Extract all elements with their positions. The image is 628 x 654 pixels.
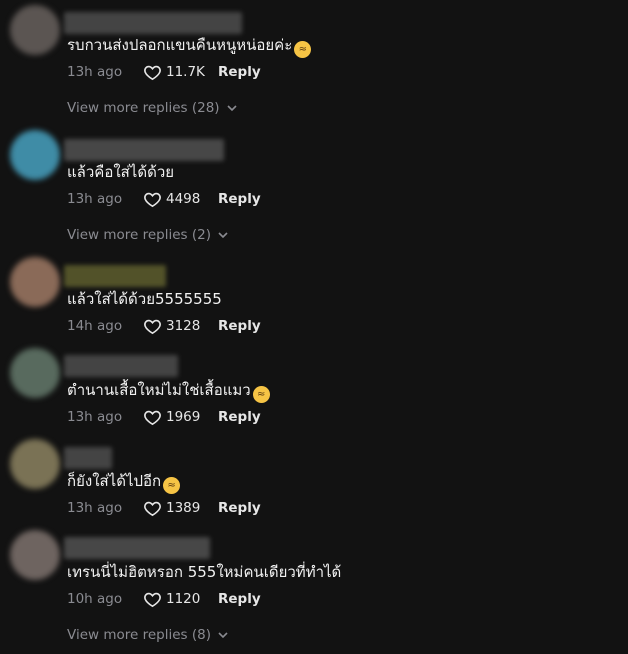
comment-text-content: ก็ยังใส่ได้ไปอีก <box>67 472 162 490</box>
like-count: 1969 <box>166 409 201 425</box>
reply-button[interactable]: Reply <box>218 591 261 607</box>
view-more-label: View more replies (28) <box>67 100 220 116</box>
username-blurred[interactable] <box>64 12 242 34</box>
comment-text-content: แล้วใส่ได้ด้วย5555555 <box>67 290 222 308</box>
reply-button[interactable]: Reply <box>218 191 261 207</box>
comment-text-content: ตำนานเสื้อใหม่ไม่ใช่เสื้อแมว <box>67 381 251 399</box>
timestamp: 13h ago <box>67 191 123 207</box>
avatar[interactable] <box>10 257 60 307</box>
like-button[interactable]: 4498 <box>143 190 218 209</box>
comment-text: ตำนานเสื้อใหม่ไม่ใช่เสื้อแมว ≈ <box>67 380 270 403</box>
chevron-down-icon <box>218 232 228 239</box>
like-count: 4498 <box>166 191 201 207</box>
reply-button[interactable]: Reply <box>218 409 261 425</box>
view-more-replies[interactable]: View more replies (28) <box>67 98 238 118</box>
username-blurred[interactable] <box>64 265 166 287</box>
like-count: 1389 <box>166 500 201 516</box>
comment-text-content: แล้วคือใส่ได้ด้วย <box>67 163 175 181</box>
view-more-replies[interactable]: View more replies (8) <box>67 625 229 645</box>
timestamp: 13h ago <box>67 409 123 425</box>
comment-text-content: รบกวนส่งปลอกแขนคืนหนูหน่อยค่ะ <box>67 36 293 54</box>
comment-text: ก็ยังใส่ได้ไปอีก ≈ <box>67 471 181 494</box>
reply-button[interactable]: Reply <box>218 500 261 516</box>
comment-text: แล้วใส่ได้ด้วย5555555 <box>67 289 222 309</box>
comment-text: เทรนนี่ไม่ฮิตหรอก 555ใหม่คนเดียวที่ทำได้ <box>67 562 341 582</box>
timestamp: 13h ago <box>67 64 123 80</box>
like-button[interactable]: 3128 <box>143 317 218 336</box>
comment-text: แล้วคือใส่ได้ด้วย <box>67 162 174 182</box>
grinning-squinting-face-icon: ≈ <box>294 41 312 58</box>
view-more-replies[interactable]: View more replies (2) <box>67 225 229 245</box>
heart-icon <box>144 319 161 334</box>
avatar[interactable] <box>10 130 60 180</box>
like-count: 11.7K <box>166 64 205 80</box>
timestamp: 14h ago <box>67 318 123 334</box>
comment-meta: 13h ago 11.7K Reply <box>67 62 261 82</box>
comment-list: รบกวนส่งปลอกแขนคืนหนูหน่อยค่ะ ≈ 13h ago 1… <box>0 0 628 654</box>
reply-button[interactable]: Reply <box>218 318 261 334</box>
reply-button[interactable]: Reply <box>218 64 261 80</box>
comment-meta: 10h ago 1120 Reply <box>67 589 261 609</box>
chevron-down-icon <box>226 105 237 112</box>
grinning-sweat-face-icon: ≈ <box>252 386 270 403</box>
avatar[interactable] <box>10 439 60 489</box>
chevron-down-icon <box>218 632 228 639</box>
like-button[interactable]: 11.7K <box>143 63 218 82</box>
timestamp: 10h ago <box>67 591 123 607</box>
username-blurred[interactable] <box>64 355 178 377</box>
timestamp: 13h ago <box>67 500 123 516</box>
comment-text-content: เทรนนี่ไม่ฮิตหรอก 555ใหม่คนเดียวที่ทำได้ <box>67 563 342 581</box>
comment-meta: 14h ago 3128 Reply <box>67 316 261 336</box>
comment-meta: 13h ago 1969 Reply <box>67 407 261 427</box>
like-count: 3128 <box>166 318 201 334</box>
rolling-laughing-face-icon: ≈ <box>163 477 181 494</box>
like-count: 1120 <box>166 591 201 607</box>
comment-meta: 13h ago 1389 Reply <box>67 498 261 518</box>
username-blurred[interactable] <box>64 537 210 559</box>
like-button[interactable]: 1969 <box>143 408 218 427</box>
avatar[interactable] <box>10 5 60 55</box>
comment-text: รบกวนส่งปลอกแขนคืนหนูหน่อยค่ะ ≈ <box>67 35 312 58</box>
avatar[interactable] <box>10 348 60 398</box>
heart-icon <box>144 592 161 607</box>
like-button[interactable]: 1120 <box>143 590 218 609</box>
view-more-label: View more replies (2) <box>67 227 211 243</box>
heart-icon <box>144 192 161 207</box>
heart-icon <box>144 65 161 80</box>
username-blurred[interactable] <box>64 447 112 469</box>
avatar[interactable] <box>10 530 60 580</box>
username-blurred[interactable] <box>64 139 224 161</box>
like-button[interactable]: 1389 <box>143 499 218 518</box>
heart-icon <box>144 410 161 425</box>
heart-icon <box>144 501 161 516</box>
view-more-label: View more replies (8) <box>67 627 211 643</box>
comment-meta: 13h ago 4498 Reply <box>67 189 261 209</box>
